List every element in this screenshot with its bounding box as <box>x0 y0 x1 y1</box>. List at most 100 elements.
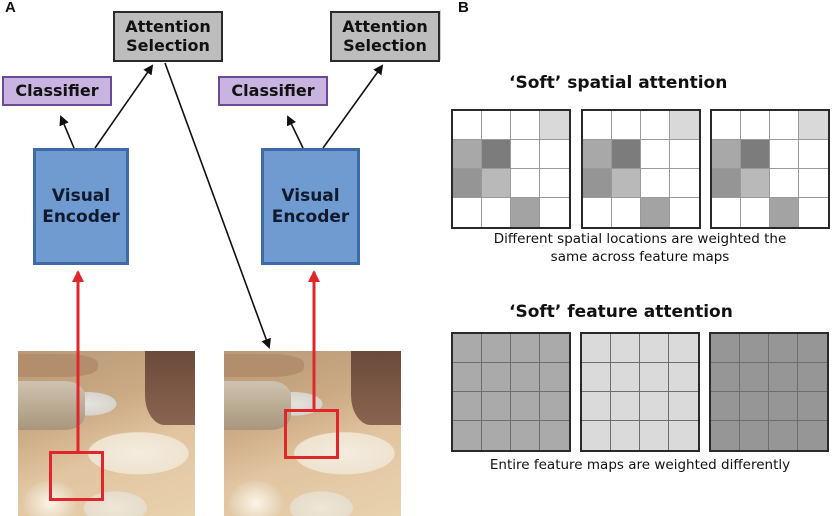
grid-cell <box>799 111 828 140</box>
grid-cell <box>612 111 641 140</box>
grid-cell <box>582 392 611 421</box>
panel-divider <box>440 10 441 60</box>
grid-cell <box>540 363 569 392</box>
grid-cell <box>770 169 799 198</box>
grid-cell <box>583 111 612 140</box>
grid-cell <box>482 334 511 363</box>
grid-cell <box>453 334 482 363</box>
grid-cell <box>583 169 612 198</box>
grid-cell <box>769 392 798 421</box>
grid-cell <box>669 421 698 450</box>
grid-cell <box>482 392 511 421</box>
grid-cell <box>540 169 569 198</box>
grid-cell <box>712 140 741 169</box>
grid-cell <box>511 392 540 421</box>
grid-cell <box>540 111 569 140</box>
grid-cell <box>511 334 540 363</box>
grid-cell <box>540 334 569 363</box>
grid-cell <box>669 334 698 363</box>
grid-cell <box>612 198 641 227</box>
grid-cell <box>511 169 540 198</box>
arrow-encoder-to-attention-right <box>322 64 384 149</box>
grid-cell <box>770 140 799 169</box>
grid-cell <box>611 392 640 421</box>
grid-cell <box>641 111 670 140</box>
arrow-encoder-to-attention-left <box>94 64 154 149</box>
grid-cell <box>482 169 511 198</box>
feature-attention-caption: Entire feature maps are weighted differe… <box>489 457 791 473</box>
spatial-attention-caption: Different spatial locations are weighted… <box>450 231 830 266</box>
grid-cell <box>511 421 540 450</box>
grid-cell <box>540 198 569 227</box>
caption-line2: same across feature maps <box>550 248 730 265</box>
grid-cell <box>583 140 612 169</box>
arrow-attention-to-next-glimpse <box>164 62 271 349</box>
grid-cell <box>582 421 611 450</box>
spatial-attention-title: ‘Soft’ spatial attention <box>509 73 728 93</box>
spatial-feature-map-1 <box>451 109 571 229</box>
grid-cell <box>640 392 669 421</box>
grid-cell <box>711 421 740 450</box>
grid-cell <box>640 334 669 363</box>
grid-cell <box>511 198 540 227</box>
grid-cell <box>611 334 640 363</box>
grid-cell <box>640 421 669 450</box>
grid-cell <box>540 392 569 421</box>
grid-cell <box>769 363 798 392</box>
grid-cell <box>611 421 640 450</box>
arrow-encoder-to-classifier-right <box>286 115 304 149</box>
grid-cell <box>453 140 482 169</box>
spatial-feature-map-3 <box>710 109 830 229</box>
grid-cell <box>669 392 698 421</box>
grid-cell <box>453 169 482 198</box>
grid-cell <box>798 421 827 450</box>
grid-cell <box>741 140 770 169</box>
grid-cell <box>511 111 540 140</box>
grid-cell <box>712 198 741 227</box>
grid-cell <box>740 421 769 450</box>
feature-attention-title: ‘Soft’ feature attention <box>509 302 733 322</box>
grid-cell <box>769 421 798 450</box>
grid-cell <box>712 111 741 140</box>
grid-cell <box>670 140 699 169</box>
grid-cell <box>670 198 699 227</box>
grid-cell <box>453 111 482 140</box>
grid-cell <box>482 363 511 392</box>
grid-cell <box>740 334 769 363</box>
grid-cell <box>798 363 827 392</box>
grid-cell <box>583 198 612 227</box>
grid-cell <box>799 169 828 198</box>
arrow-encoder-to-classifier-left <box>59 115 75 149</box>
grid-cell <box>740 392 769 421</box>
grid-cell <box>640 363 669 392</box>
grid-cell <box>540 421 569 450</box>
spatial-feature-map-2 <box>581 109 701 229</box>
grid-cell <box>798 392 827 421</box>
grid-cell <box>612 140 641 169</box>
grid-cell <box>798 334 827 363</box>
grid-cell <box>482 421 511 450</box>
grid-cell <box>670 169 699 198</box>
grid-cell <box>669 363 698 392</box>
grid-cell <box>741 111 770 140</box>
grid-cell <box>740 363 769 392</box>
grid-cell <box>711 392 740 421</box>
grid-cell <box>453 198 482 227</box>
grid-cell <box>482 198 511 227</box>
grid-cell <box>769 334 798 363</box>
caption-line1: Different spatial locations are weighted… <box>493 231 787 247</box>
grid-cell <box>770 111 799 140</box>
grid-cell <box>482 140 511 169</box>
grid-cell <box>741 169 770 198</box>
grid-cell <box>482 111 511 140</box>
grid-cell <box>453 363 482 392</box>
grid-cell <box>641 169 670 198</box>
grid-cell <box>582 363 611 392</box>
grid-cell <box>611 363 640 392</box>
grid-cell <box>670 111 699 140</box>
grid-cell <box>799 140 828 169</box>
grid-cell <box>770 198 799 227</box>
grid-cell <box>453 392 482 421</box>
grid-cell <box>612 169 641 198</box>
grid-cell <box>641 198 670 227</box>
